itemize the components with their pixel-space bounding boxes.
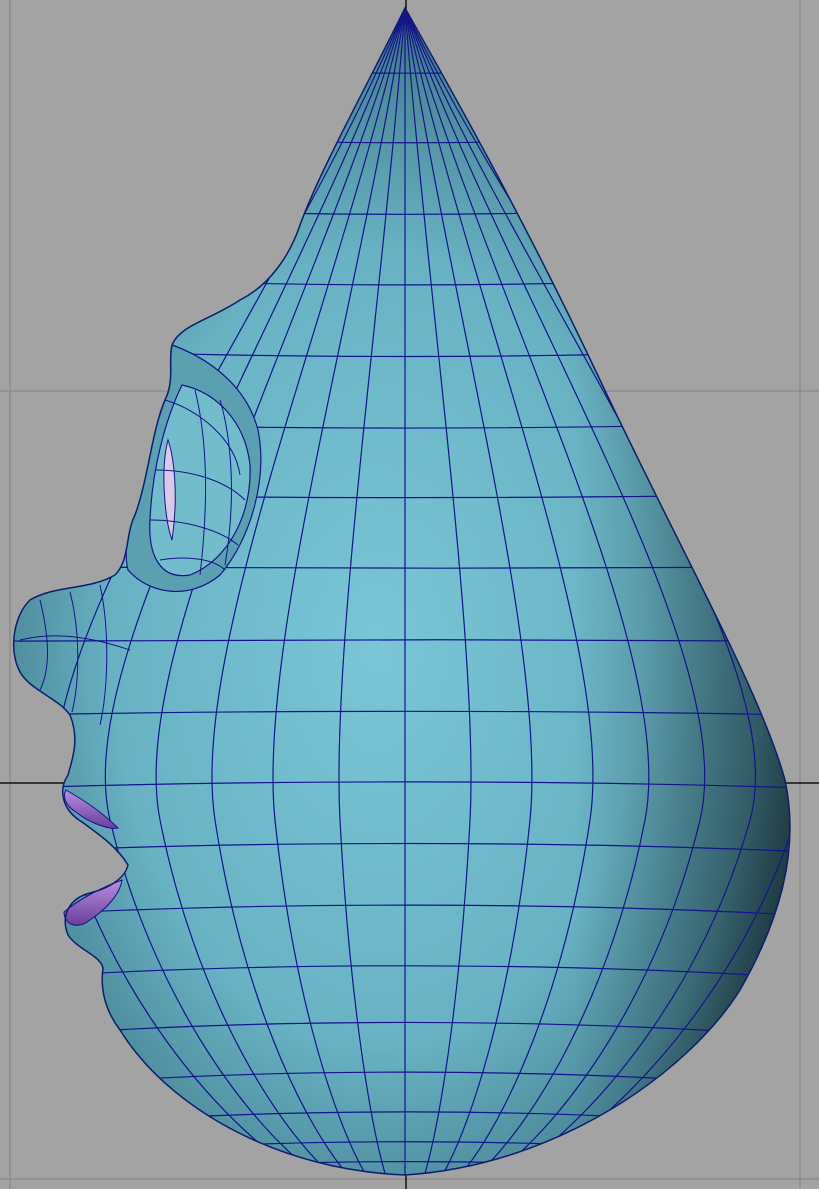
3d-viewport[interactable] bbox=[0, 0, 819, 1189]
viewport-canvas[interactable] bbox=[0, 0, 819, 1189]
head-mesh[interactable] bbox=[0, 0, 819, 1189]
